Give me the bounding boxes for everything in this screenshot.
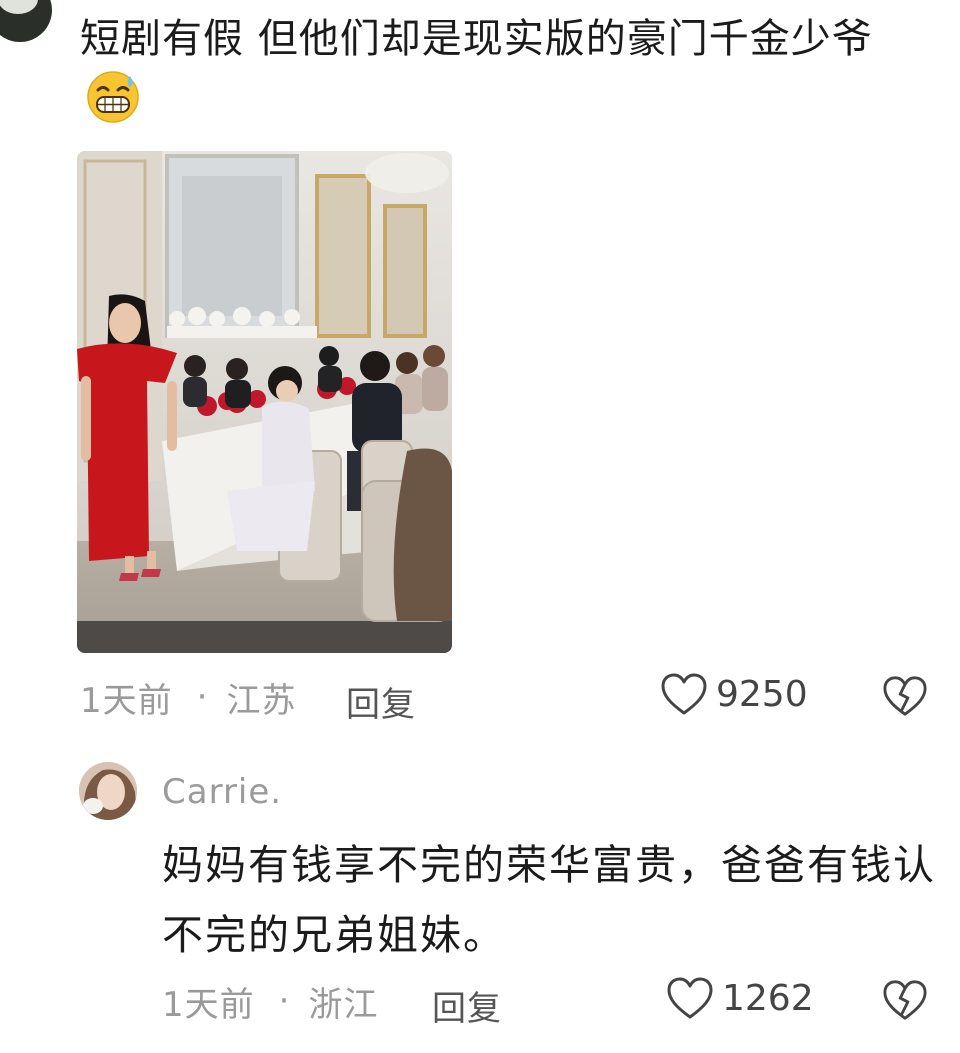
grinning-sweat-emoji-icon — [86, 70, 140, 124]
reply-location: 浙江 — [308, 984, 379, 1025]
comment-location: 江苏 — [226, 680, 297, 721]
dislike-button[interactable] — [882, 674, 928, 722]
comment-text: 短剧有假 但他们却是现实版的豪门千金少爷 — [80, 8, 930, 132]
meta-separator: · — [278, 981, 291, 1021]
reply-like-count: 1262 — [722, 977, 814, 1019]
like-button[interactable]: 9250 — [660, 672, 808, 716]
broken-heart-icon — [883, 980, 927, 1020]
heart-outline-icon — [661, 673, 707, 715]
reply-dislike-button[interactable] — [882, 978, 928, 1026]
comment-time: 1天前 — [80, 680, 173, 721]
reply-button[interactable]: 回复 — [346, 677, 416, 726]
reply-meta: 1天前 · 浙江 — [162, 976, 378, 1026]
broken-heart-icon — [883, 676, 927, 716]
heart-outline-icon — [667, 977, 713, 1019]
comment-body: 短剧有假 但他们却是现实版的豪门千金少爷 — [80, 16, 873, 62]
reply-time: 1天前 — [162, 984, 255, 1025]
reply-username[interactable]: Carrie. — [162, 772, 282, 812]
reply-like-button[interactable]: 1262 — [666, 976, 814, 1020]
meta-separator: · — [196, 677, 209, 717]
commenter-avatar[interactable] — [0, 0, 52, 42]
reply-reply-button[interactable]: 回复 — [432, 981, 502, 1030]
reply-avatar[interactable] — [79, 762, 137, 820]
reply-text: 妈妈有钱享不完的荣华富贵，爸爸有钱认不完的兄弟姐妹。 — [162, 841, 936, 959]
comment-photo[interactable] — [77, 151, 452, 653]
like-count: 9250 — [716, 673, 808, 715]
comment-meta: 1天前 · 江苏 — [80, 672, 296, 722]
